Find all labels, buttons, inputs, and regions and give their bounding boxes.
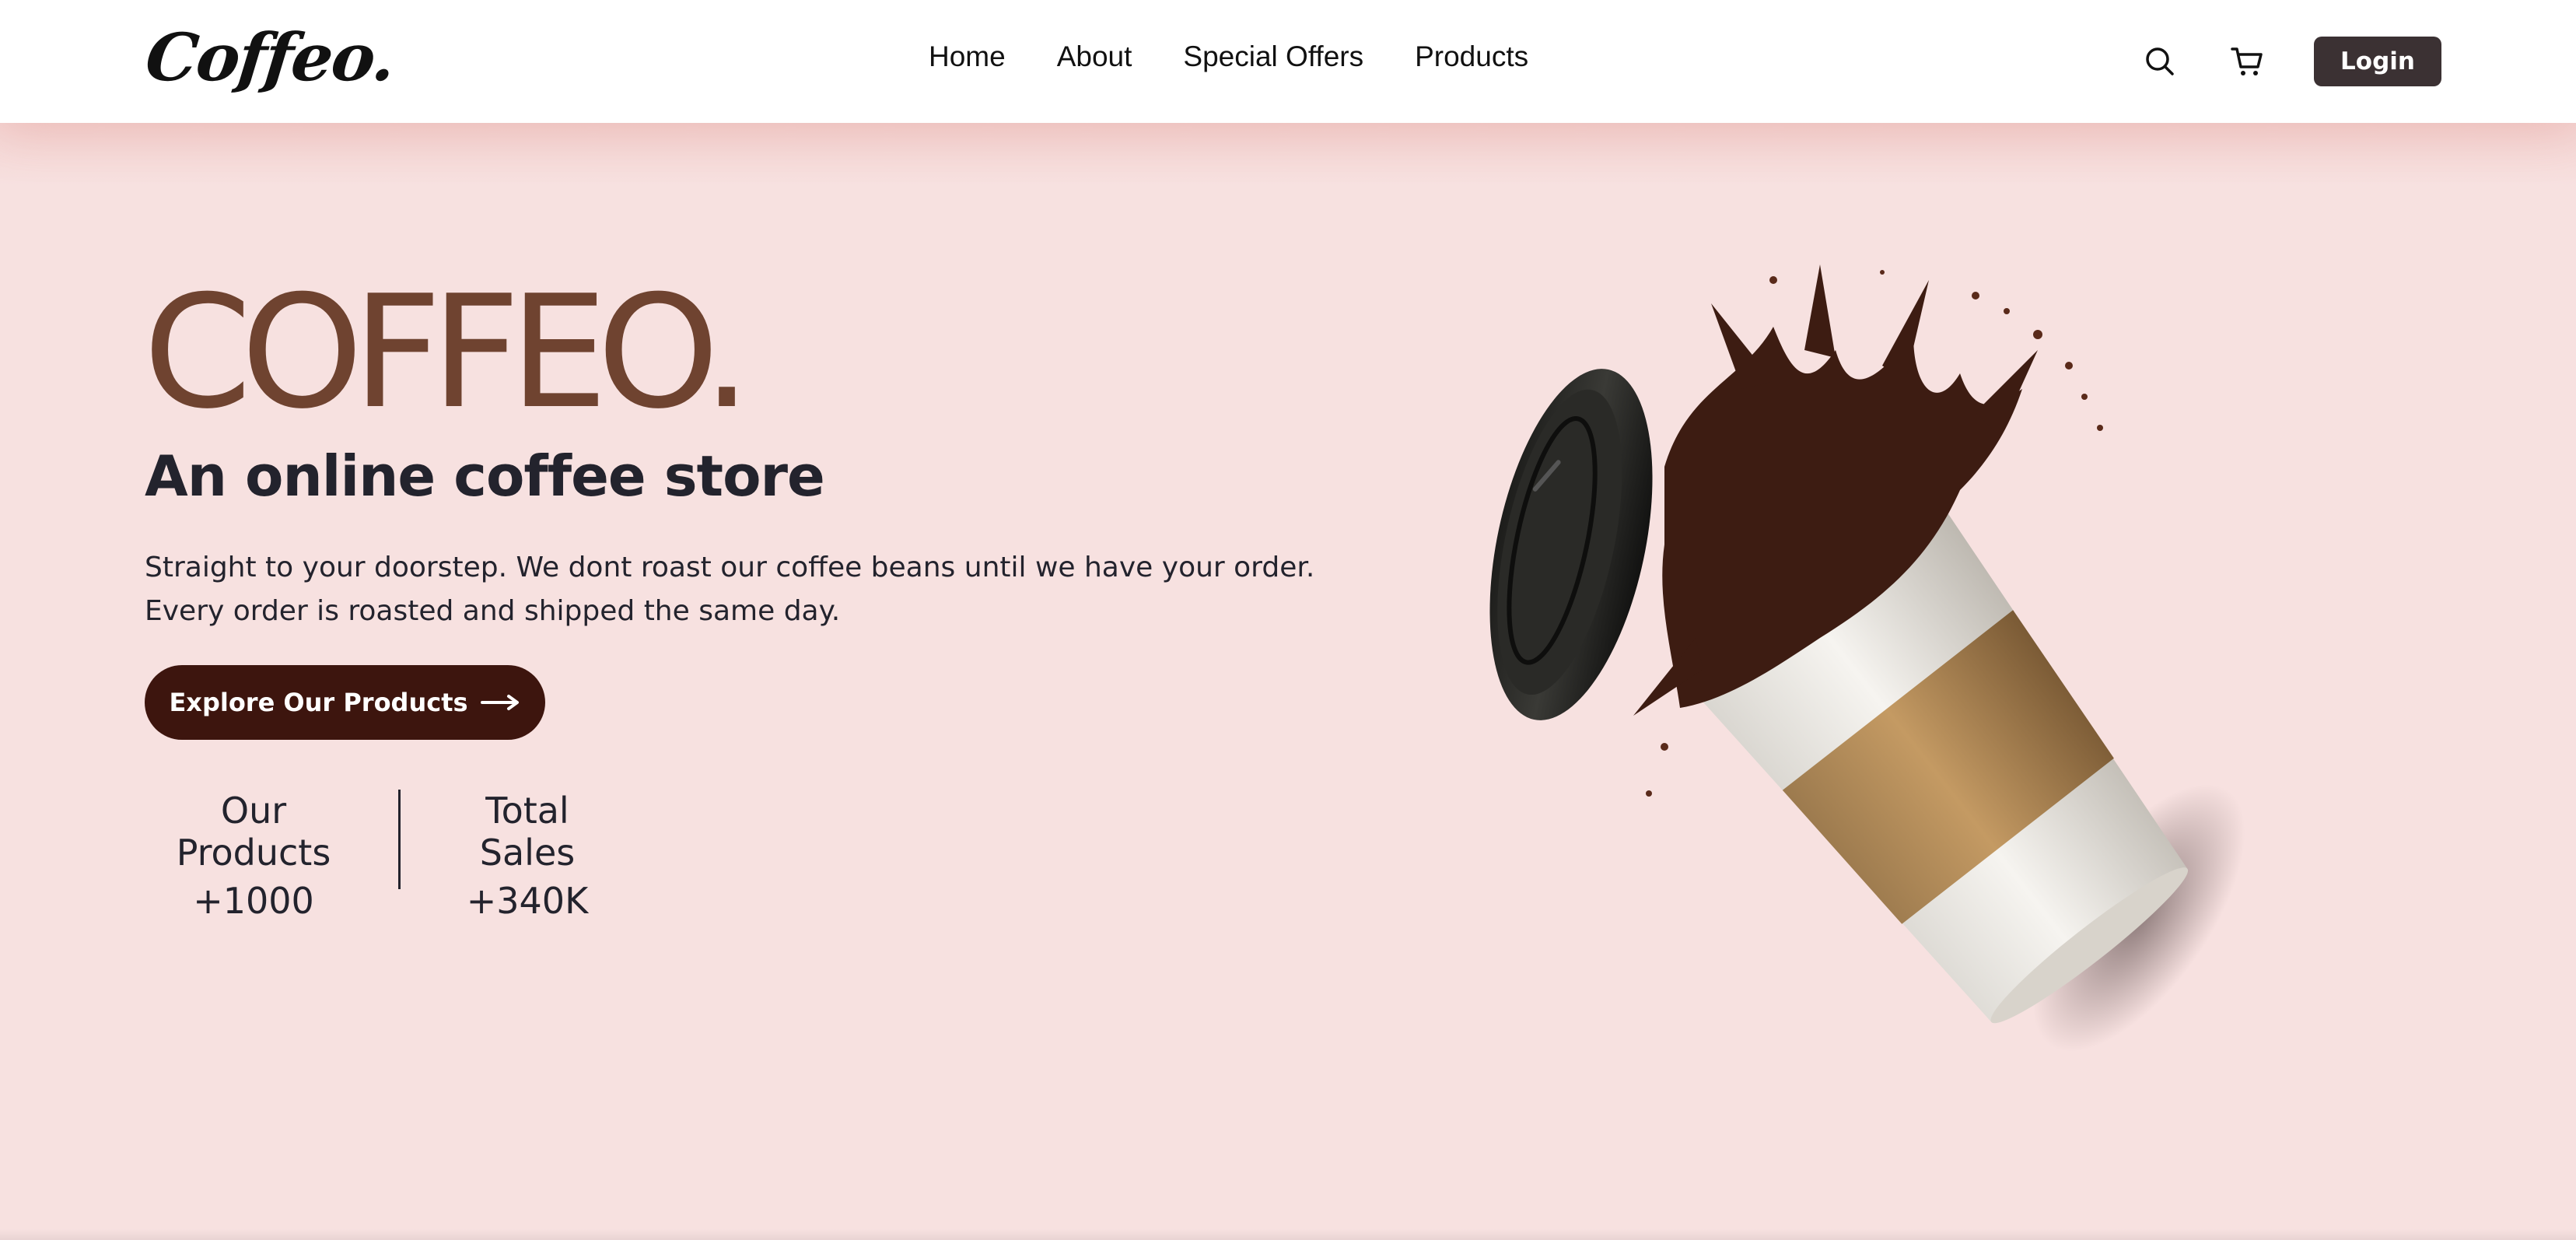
nav-special-offers[interactable]: Special Offers (1183, 40, 1363, 73)
explore-products-label: Explore Our Products (169, 688, 468, 717)
cart-icon[interactable] (2228, 42, 2266, 81)
stats-divider (398, 790, 401, 889)
stat-products-value: +1000 (193, 880, 314, 922)
hero-tagline: An online coffee store (145, 443, 825, 509)
stat-products-label: Our Products (176, 790, 331, 874)
nav-products[interactable]: Products (1415, 40, 1528, 73)
search-icon[interactable] (2140, 42, 2179, 81)
header-shadow-band (0, 123, 2576, 185)
main-nav: Home About Special Offers Products (929, 40, 1528, 73)
stat-sales-value: +340K (466, 880, 589, 922)
hero-brand-title: COFFEO. (143, 262, 751, 443)
stat-sales-label: Total Sales (479, 790, 576, 874)
stat-sales: Total Sales +340K (439, 790, 616, 922)
logo[interactable]: Coffeo. (142, 19, 398, 96)
stat-products: Our Products +1000 (145, 790, 362, 922)
hero-description: Straight to your doorstep. We dont roast… (145, 546, 1389, 633)
nav-home[interactable]: Home (929, 40, 1006, 73)
explore-products-button[interactable]: Explore Our Products (145, 665, 545, 740)
arrow-right-icon (480, 695, 519, 710)
coffee-cup-splash-image (1489, 264, 2245, 1052)
section-bottom-edge (0, 1229, 2576, 1240)
hero-description-line-1: Straight to your doorstep. We dont roast… (145, 552, 1315, 583)
hero-description-line-2: Every order is roasted and shipped the s… (145, 595, 841, 627)
login-button[interactable]: Login (2314, 37, 2441, 86)
nav-about[interactable]: About (1057, 40, 1132, 73)
site-header: Coffeo. Home About Special Offers Produc… (0, 0, 2576, 123)
